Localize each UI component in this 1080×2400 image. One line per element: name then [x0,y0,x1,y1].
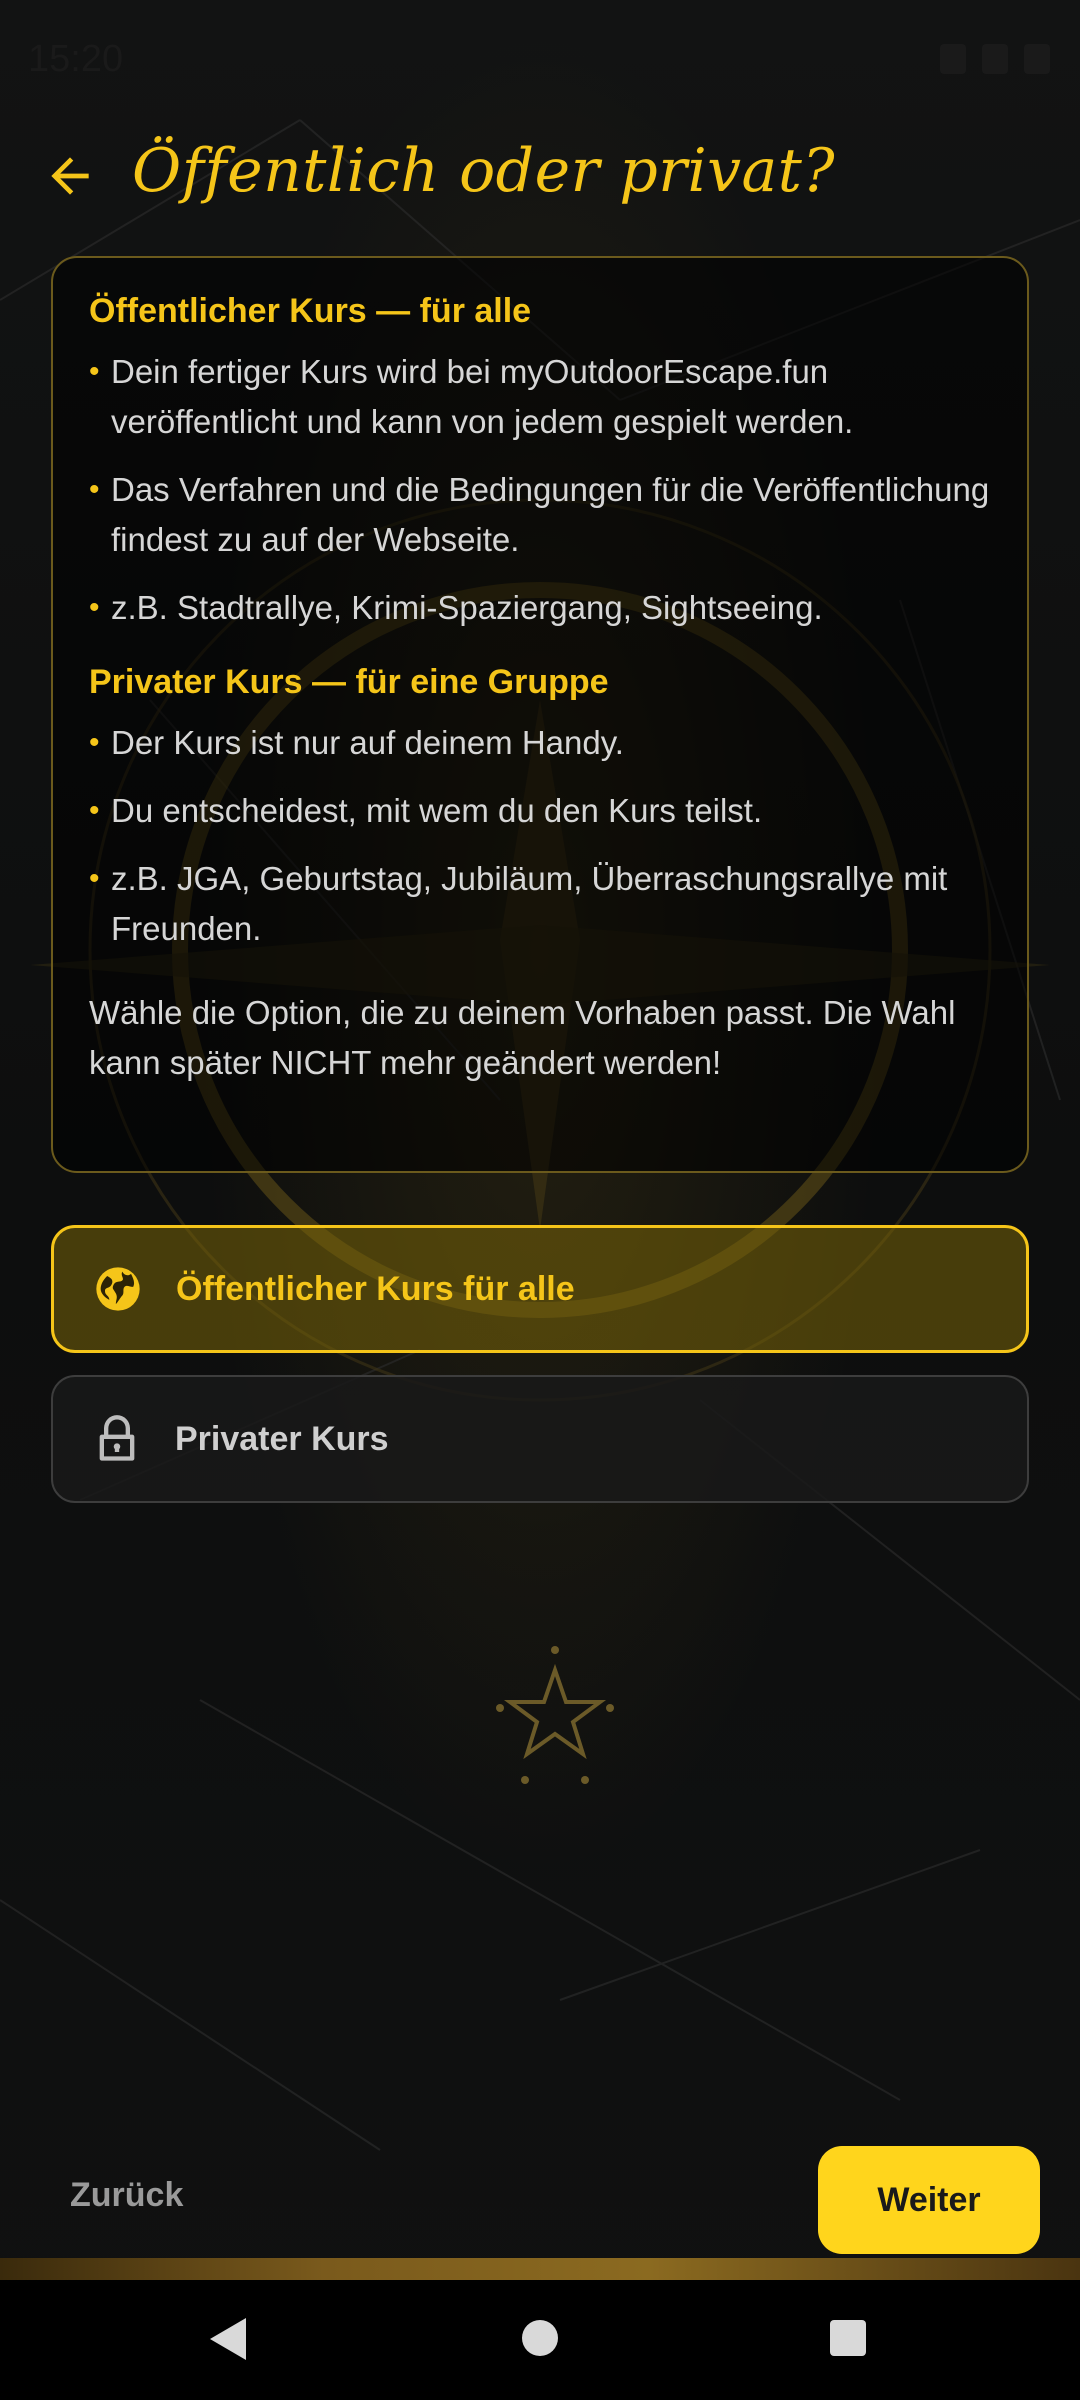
wifi-icon [982,44,1008,74]
bullet-text: Dein fertiger Kurs wird bei myOutdoorEsc… [111,353,854,440]
star-icon [496,1646,614,1784]
list-item: • Das Verfahren und die Bedingungen für … [89,465,991,565]
page-title: Öffentlich oder privat? [132,136,836,206]
list-item: • Du entscheidest, mit wem du den Kurs t… [89,786,991,836]
decorative-strip [0,2258,1080,2280]
nav-home-icon[interactable] [522,2320,558,2356]
list-item: • z.B. JGA, Geburtstag, Jubiläum, Überra… [89,854,991,954]
option-label: Privater Kurs [175,1419,389,1458]
bullet-dot: • [89,794,100,827]
warning-note: Wähle die Option, die zu deinem Vorhaben… [89,994,956,1081]
nav-back-icon[interactable] [206,2316,250,2362]
back-button[interactable]: Zurück [70,2176,183,2215]
bullet-text: z.B. Stadtrallye, Krimi-Spaziergang, Sig… [111,589,823,626]
bullet-dot: • [89,355,100,388]
status-icons [940,44,1050,74]
option-label: Öffentlicher Kurs für alle [176,1269,575,1308]
app-bar: Öffentlich oder privat? [0,120,1080,230]
list-item: • z.B. Stadtrallye, Krimi-Spaziergang, S… [89,583,991,633]
notification-icon [940,44,966,74]
back-arrow-icon[interactable] [42,148,98,204]
next-button[interactable]: Weiter [818,2146,1040,2254]
private-course-option[interactable]: Privater Kurs [51,1375,1029,1503]
bullet-text: z.B. JGA, Geburtstag, Jubiläum, Überrasc… [111,860,948,947]
list-item: • Der Kurs ist nur auf deinem Handy. [89,718,991,768]
nav-recents-icon[interactable] [830,2320,866,2356]
bullet-dot: • [89,862,100,895]
public-section-title: Öffentlicher Kurs — für alle [89,292,532,330]
status-time: 15:20 [28,38,124,80]
info-card: Öffentlicher Kurs — für alle • Dein fert… [51,256,1029,1173]
system-nav-bar [0,2280,1080,2400]
globe-icon [96,1267,140,1311]
battery-icon [1024,44,1050,74]
bullet-text: Der Kurs ist nur auf deinem Handy. [111,724,624,761]
list-item: • Dein fertiger Kurs wird bei myOutdoorE… [89,347,991,447]
bullet-dot: • [89,726,100,759]
lock-icon [99,1415,135,1461]
status-bar: 15:20 [0,0,1080,100]
private-section-title: Privater Kurs — für eine Gruppe [89,663,609,701]
public-course-option[interactable]: Öffentlicher Kurs für alle [51,1225,1029,1353]
bullet-text: Du entscheidest, mit wem du den Kurs tei… [111,792,763,829]
bullet-text: Das Verfahren und die Bedingungen für di… [111,471,990,558]
bullet-dot: • [89,473,100,506]
bullet-dot: • [89,591,100,624]
